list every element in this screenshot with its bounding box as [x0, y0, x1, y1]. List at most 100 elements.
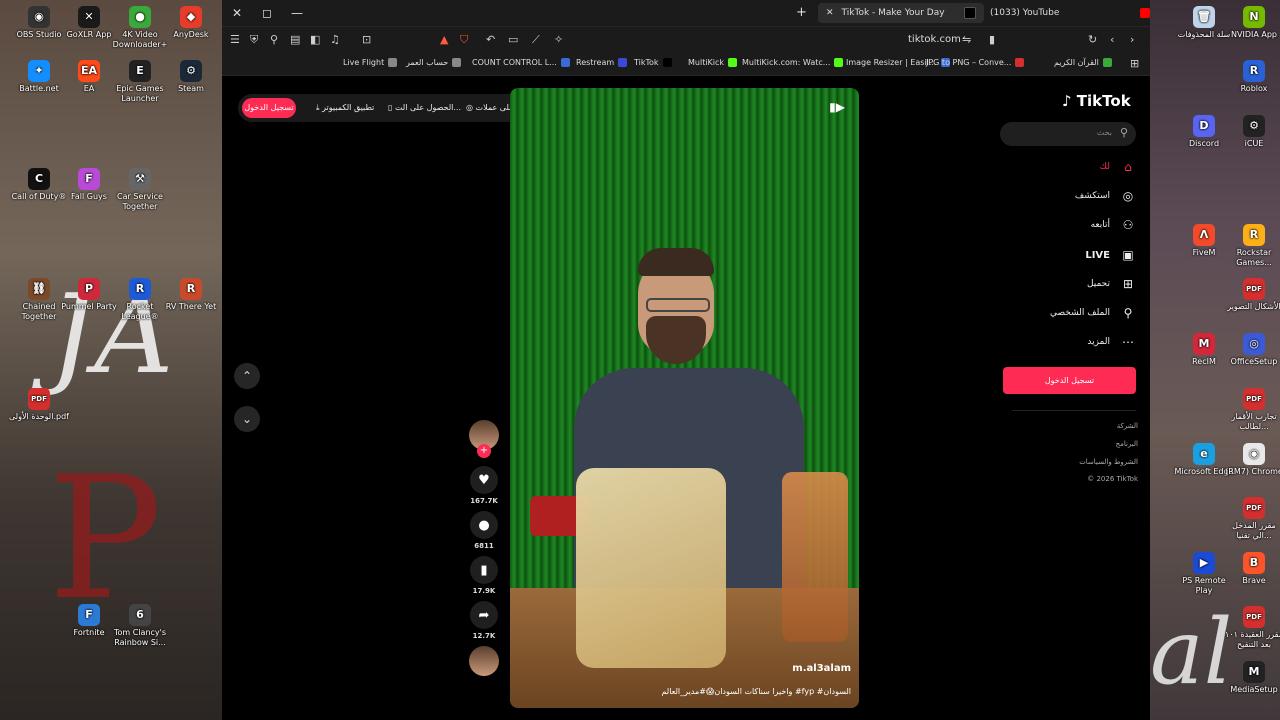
desktop-icon[interactable]: PDF تجارب الأقمار ...لطالب: [1223, 388, 1280, 432]
screenshot-icon[interactable]: ⊡: [362, 33, 371, 46]
sidebar-item[interactable]: تحميل ⊞: [1012, 274, 1136, 294]
minimize-window-icon[interactable]: —: [282, 6, 312, 20]
video-caption[interactable]: واخيرا سناكات السودان😱#مدير_العالم #fyp …: [661, 687, 851, 696]
top-login-button[interactable]: تسجيل الدخول: [242, 98, 296, 118]
site-settings-icon[interactable]: ⇋: [962, 33, 971, 46]
apps-grid-icon[interactable]: ⊞: [1130, 57, 1139, 70]
music-icon[interactable]: ♫: [330, 33, 340, 46]
follow-plus-icon[interactable]: +: [477, 444, 491, 458]
desktop-icon[interactable]: ◉ (RM7) Chrome: [1223, 443, 1280, 477]
url-field[interactable]: tiktok.com: [908, 34, 961, 45]
video-frame-hair: [638, 248, 714, 276]
desktop-icon[interactable]: R Roblox: [1223, 60, 1280, 94]
bookmark-item[interactable]: TikTok: [634, 58, 672, 67]
search-input[interactable]: بحث ⚲: [1000, 122, 1136, 146]
previous-video-button[interactable]: ⌃: [234, 363, 260, 389]
forward-icon[interactable]: ›: [1130, 33, 1134, 46]
bookmark-favicon-icon: [618, 58, 628, 67]
creator-avatar[interactable]: +: [469, 420, 499, 458]
desktop-icon[interactable]: PDF الوحدة الأولى.pdf: [8, 388, 70, 422]
sidebar-item[interactable]: لك ⌂: [1012, 157, 1136, 177]
desktop-icon[interactable]: B Brave: [1223, 552, 1280, 586]
desktop-icon[interactable]: PDF الأشكال التصوير: [1223, 278, 1280, 312]
bookmark-label: COUNT CONTROL L...: [472, 58, 557, 67]
bookmark-item[interactable]: MultiKick: [688, 58, 738, 67]
translate-icon[interactable]: ⟋: [532, 33, 540, 47]
reader-icon[interactable]: ▭: [508, 33, 518, 46]
pause-icon[interactable]: ▮▶: [829, 100, 845, 114]
sidebar-item[interactable]: المزيد ⋯: [1012, 332, 1136, 352]
bookmark-icon[interactable]: ▮: [989, 33, 995, 46]
bookmark-label: القرآن الكريم: [1054, 58, 1099, 67]
shield-icon[interactable]: ⛨: [250, 33, 258, 47]
desktop-icon[interactable]: 6 Tom Clancy's Rainbow Si...: [109, 604, 171, 648]
video-player[interactable]: ▮▶ m.al3alam واخيرا سناكات السودان😱#مدير…: [510, 88, 859, 708]
desktop-app-link[interactable]: ⤓ تطبيق الكمبيوتر: [316, 103, 374, 113]
bookmark-favicon-icon: [728, 58, 738, 67]
menu-icon[interactable]: ☰: [230, 33, 240, 46]
next-video-button[interactable]: ⌄: [234, 406, 260, 432]
sidebar-item[interactable]: استكشف ◎: [1012, 186, 1136, 206]
sidebar-item[interactable]: أتابعه ⚇: [1012, 215, 1136, 235]
footer-program-link[interactable]: البرنامج: [1116, 440, 1138, 448]
sound-disc-avatar[interactable]: [469, 646, 499, 676]
tab-tiktok[interactable]: ✕ TikTok - Make Your Day: [818, 3, 984, 23]
desktop-icon-label: OfficeSetup: [1230, 357, 1278, 366]
pin-icon[interactable]: ⚲: [270, 33, 278, 46]
bookmark-item[interactable]: القرآن الكريم: [1054, 58, 1112, 67]
sidebar-item[interactable]: LIVE ▣: [1012, 245, 1136, 265]
desktop-icon[interactable]: M MediaSetup: [1223, 661, 1280, 695]
app-icon: PDF: [1243, 278, 1265, 300]
wand-icon[interactable]: ✧: [554, 33, 563, 46]
search-icon[interactable]: ⚲: [1120, 126, 1128, 139]
bookmark-item[interactable]: JPG to PNG – Conve...: [926, 58, 1025, 67]
app-icon: ⚙: [180, 60, 202, 82]
desktop-icon[interactable]: PDF مقرر المدخل ...الي تقنيا: [1223, 497, 1280, 541]
desktop-icon[interactable]: ◆ AnyDesk: [160, 6, 222, 40]
desktop-icon[interactable]: R Rockstar Games...: [1223, 224, 1280, 268]
desktop-icon[interactable]: ◎ OfficeSetup: [1223, 333, 1280, 367]
sidebar-item-label: استكشف: [1074, 191, 1110, 201]
desktop-icon[interactable]: PDF مقرر العقيدة ١٠١ بعد التنقيح: [1223, 606, 1280, 650]
desktop-icon[interactable]: R RV There Yet: [160, 278, 222, 312]
video-author[interactable]: m.al3alam: [792, 663, 851, 674]
app-icon: ⛓: [28, 278, 50, 300]
bookmark-item[interactable]: MultiKick.com: Watc...: [742, 58, 844, 67]
refresh-icon[interactable]: ↻: [1088, 33, 1097, 46]
desktop-icon[interactable]: ⚙ Steam: [160, 60, 222, 94]
brave-rewards-icon[interactable]: ▲: [440, 33, 448, 46]
app-icon: F: [78, 604, 100, 626]
brave-shields-icon[interactable]: ⛉: [460, 33, 468, 47]
maximize-window-icon[interactable]: ◻: [252, 6, 282, 20]
close-window-icon[interactable]: ✕: [222, 6, 252, 20]
bookmark-item[interactable]: Restream: [576, 58, 628, 67]
tiktok-logo[interactable]: ♪ TikTok: [1062, 92, 1131, 110]
sidebar-login-button[interactable]: تسجيل الدخول: [1003, 367, 1136, 394]
desktop-icon[interactable]: ⚙ iCUE: [1223, 115, 1280, 149]
get-app-link[interactable]: ▯ الحصول على الت...: [388, 103, 461, 112]
video-frame-beard: [646, 316, 706, 364]
back-icon[interactable]: ‹: [1110, 33, 1114, 46]
share-arrow-icon[interactable]: ➦: [470, 601, 498, 629]
comment-icon[interactable]: ●: [470, 511, 498, 539]
user-plus-icon: ⚇: [1122, 218, 1134, 232]
desktop-icon[interactable]: N NVIDIA App: [1223, 6, 1280, 40]
new-tab-button[interactable]: +: [796, 5, 807, 20]
bookmark-item[interactable]: COUNT CONTROL L...: [472, 58, 570, 67]
footer-company-link[interactable]: الشركة: [1117, 422, 1138, 430]
bookmark-label: Live Flight: [343, 58, 385, 67]
footer-terms-link[interactable]: الشروط والسياسات: [1079, 458, 1138, 466]
app-icon: C: [28, 168, 50, 190]
tab-youtube[interactable]: (1033) YouTube: [982, 3, 1158, 23]
tabs-icon[interactable]: ▤: [290, 33, 300, 46]
app-icon: ◉: [28, 6, 50, 28]
like-heart-icon[interactable]: ♥: [470, 466, 498, 494]
sidebar-item[interactable]: الملف الشخصي ⚲: [1012, 303, 1136, 323]
desktop-icon[interactable]: ⚒ Car Service Together: [109, 168, 171, 212]
close-tab-icon[interactable]: ✕: [826, 8, 834, 18]
reload-page-icon[interactable]: ↶: [486, 33, 495, 46]
sidebar-icon[interactable]: ◧: [310, 33, 320, 46]
bookmark-save-icon[interactable]: ▮: [470, 556, 498, 584]
bookmark-item[interactable]: حساب العمر: [406, 58, 462, 67]
bookmark-item[interactable]: Live Flight: [343, 58, 398, 67]
